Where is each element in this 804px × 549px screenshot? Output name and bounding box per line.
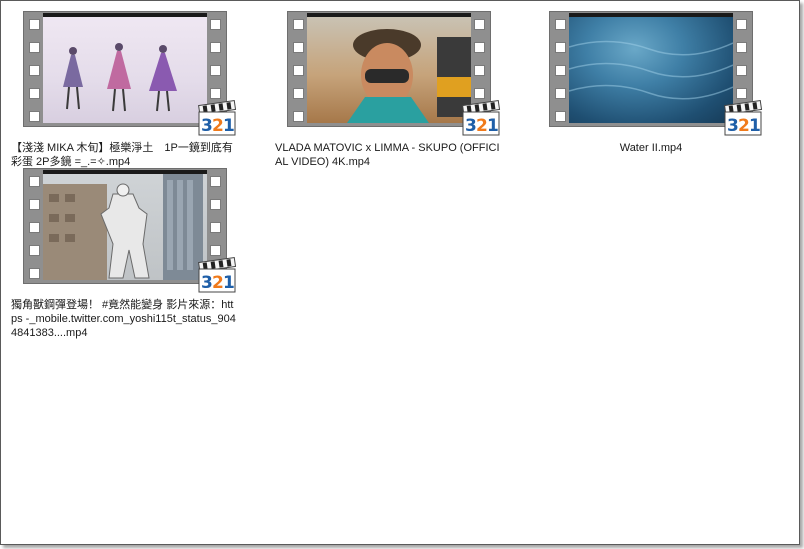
video-thumbnail[interactable]: 3 2 1 bbox=[17, 166, 237, 293]
svg-text:1: 1 bbox=[749, 116, 761, 136]
video-thumbnail[interactable]: 3 2 1 bbox=[543, 9, 763, 136]
thumbnail-image bbox=[307, 13, 471, 123]
media-player-classic-321-icon: 3 2 1 bbox=[197, 99, 237, 137]
video-thumbnail[interactable]: 3 2 1 bbox=[17, 9, 237, 136]
file-item[interactable]: 3 2 1 Water II.mp4 bbox=[537, 9, 765, 155]
video-thumbnail[interactable]: 3 2 1 bbox=[281, 9, 501, 136]
file-name: 【淺淺 MIKA 木旬】極樂淨土 1P一鏡到底有彩蛋 2P多鏡 =_.=✧.mp… bbox=[11, 142, 233, 168]
file-item[interactable]: 3 2 1 【淺淺 MIKA 木旬】極樂淨土 1P一鏡到底有彩蛋 2P多鏡 =_… bbox=[11, 9, 239, 169]
media-player-classic-321-icon: 3 2 1 bbox=[197, 256, 237, 294]
explorer-view: 3 2 1 【淺淺 MIKA 木旬】極樂淨土 1P一鏡到底有彩蛋 2P多鏡 =_… bbox=[0, 0, 800, 545]
media-player-classic-321-icon: 3 2 1 bbox=[723, 99, 763, 137]
svg-text:1: 1 bbox=[223, 116, 235, 136]
thumbnail-image bbox=[569, 13, 733, 123]
svg-text:1: 1 bbox=[223, 273, 235, 293]
file-name: VLADA MATOVIC x LIMMA - SKUPO (OFFICIAL … bbox=[275, 142, 500, 168]
svg-text:1: 1 bbox=[487, 116, 499, 136]
file-name: Water II.mp4 bbox=[619, 142, 683, 154]
thumbnail-image bbox=[43, 13, 207, 123]
media-player-classic-321-icon: 3 2 1 bbox=[461, 99, 501, 137]
file-name: 獨角獸鋼彈登場！ #竟然能變身 影片來源：https -_mobile.twit… bbox=[11, 299, 236, 339]
file-item[interactable]: 3 2 1 獨角獸鋼彈登場！ #竟然能變身 影片來源：https -_mobil… bbox=[11, 166, 239, 340]
thumbnail-image bbox=[43, 170, 207, 280]
file-item[interactable]: 3 2 1 VLADA MATOVIC x LIMMA - SKUPO (OFF… bbox=[275, 9, 503, 169]
